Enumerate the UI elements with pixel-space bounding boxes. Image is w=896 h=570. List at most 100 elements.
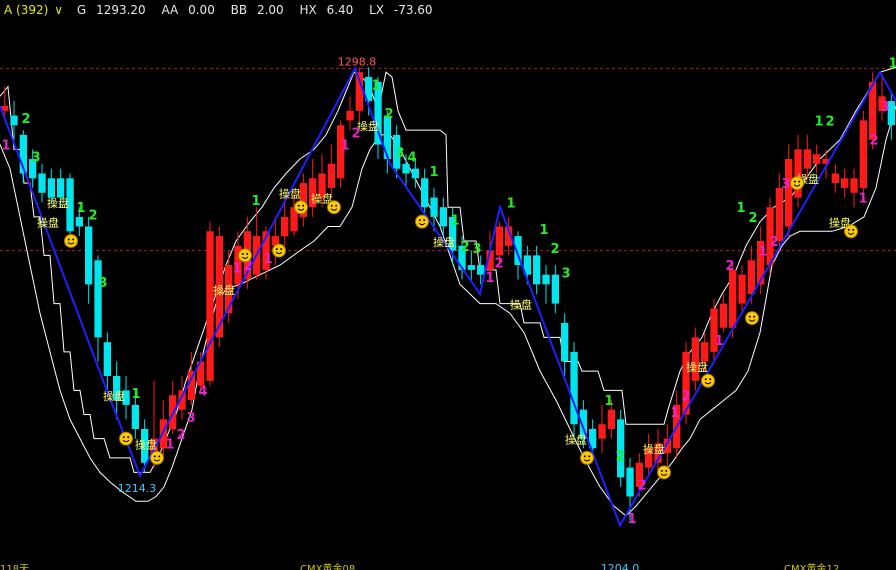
candle-body <box>617 419 625 478</box>
smiley-icon <box>150 450 164 465</box>
count-label: 4 <box>198 384 207 399</box>
smiley-icon <box>657 465 671 480</box>
smiley-eye <box>122 436 125 439</box>
count-label: 2 <box>869 134 878 149</box>
count-label: 1 <box>485 271 494 286</box>
smiley-eye <box>847 228 850 231</box>
candle-body <box>38 173 46 193</box>
smiley-eye <box>275 248 278 251</box>
smiley-icon <box>415 214 429 229</box>
count-label: 3 <box>561 266 570 281</box>
candle-body <box>775 187 783 241</box>
count-label: 1 <box>429 165 438 180</box>
candle-body <box>831 173 839 184</box>
count-label: 2 <box>494 257 503 272</box>
count-label: 2 <box>21 112 30 127</box>
smiley-eye <box>423 219 426 222</box>
smiley-icon <box>64 233 78 248</box>
candle-body <box>542 274 550 285</box>
candle-body <box>859 120 867 188</box>
x-axis-label: CMX黄金08 <box>300 562 355 570</box>
signal-label: 操盘 <box>135 437 157 451</box>
smiley-eye <box>588 455 591 458</box>
smiley-eye <box>665 469 668 472</box>
signal-label: 操盘 <box>103 389 125 403</box>
count-label: 1 <box>758 245 767 260</box>
smiley-eye <box>297 204 300 207</box>
smiley-eye <box>753 315 756 318</box>
count-label: 1 <box>251 194 260 209</box>
low-label: 1214.3 <box>118 482 157 495</box>
smiley-icon <box>238 248 252 263</box>
zigzag-line <box>0 65 896 528</box>
candle-body <box>47 178 55 198</box>
candle-body <box>785 159 793 227</box>
count-label: 1 <box>263 252 272 267</box>
candle-body <box>626 467 634 497</box>
count-label: 1 <box>814 114 823 129</box>
smiley-eye <box>709 378 712 381</box>
count-label: 1 <box>232 261 241 276</box>
signal-label: 操盘 <box>37 216 59 230</box>
candle-body <box>719 303 727 328</box>
count-label: 3 <box>472 242 481 257</box>
smiley-eye <box>67 238 70 241</box>
candle-body <box>551 274 559 304</box>
count-label: 1 <box>670 406 679 421</box>
smiley-icon <box>701 373 715 388</box>
count-label: 3 <box>98 276 107 291</box>
candle-body <box>467 265 475 270</box>
signal-label: 操盘 <box>433 235 455 249</box>
count-label: 1 <box>76 201 85 216</box>
smiley-eye <box>793 180 796 183</box>
candlestick-chart[interactable]: 1298.81214.31204.0操盘操盘操盘操盘操盘操盘 操盘操盘操盘操盘操盘… <box>0 0 896 570</box>
candle-body <box>411 168 419 179</box>
count-label: 2 <box>176 428 185 443</box>
count-label: 2 <box>681 389 690 404</box>
count-label: 1 <box>736 201 745 216</box>
candle-body <box>561 322 569 362</box>
signal-label: 操盘 <box>47 196 69 210</box>
count-label: 2 <box>351 126 360 141</box>
candle-body <box>701 342 709 362</box>
candle-body <box>206 231 214 381</box>
count-label: 2 <box>825 114 834 129</box>
count-label: 3 <box>186 411 195 426</box>
candle-body <box>131 404 139 429</box>
smiley-eye <box>660 469 663 472</box>
smiley-eye <box>153 455 156 458</box>
candle-body <box>430 197 438 217</box>
count-label: 3 <box>395 146 404 161</box>
smiley-icon <box>327 200 341 215</box>
signal-label: 操盘 <box>279 187 301 201</box>
candle-body <box>747 260 755 295</box>
count-label: 1 <box>539 223 548 238</box>
lower-band-line <box>0 105 896 517</box>
count-label: 1 <box>858 192 867 207</box>
candle-body <box>477 265 485 275</box>
count-label: 1 <box>627 512 636 527</box>
smiley-icon <box>790 176 804 191</box>
signal-label: 操盘 <box>510 297 532 311</box>
candle-body <box>850 178 858 193</box>
smiley-eye <box>158 455 161 458</box>
count-label: 3 <box>31 151 40 166</box>
smiley-eye <box>798 180 801 183</box>
count-label: 2 <box>748 211 757 226</box>
count-label: 1 <box>604 394 613 409</box>
smiley-eye <box>330 204 333 207</box>
low-label: 1204.0 <box>601 562 640 570</box>
candle-body <box>346 110 354 121</box>
count-label: 1 <box>340 139 349 154</box>
smiley-eye <box>246 252 249 255</box>
count-label: 3 <box>880 100 889 115</box>
count-label: 2 <box>725 259 734 274</box>
count-label: 2 <box>384 107 393 122</box>
smiley-eye <box>418 219 421 222</box>
signal-label: 操盘 <box>213 283 235 297</box>
count-label: 1 <box>506 196 515 211</box>
smiley-eye <box>280 248 283 251</box>
count-label: 2 <box>615 450 624 465</box>
count-label: 2 <box>769 235 778 250</box>
candle-body <box>57 178 65 198</box>
